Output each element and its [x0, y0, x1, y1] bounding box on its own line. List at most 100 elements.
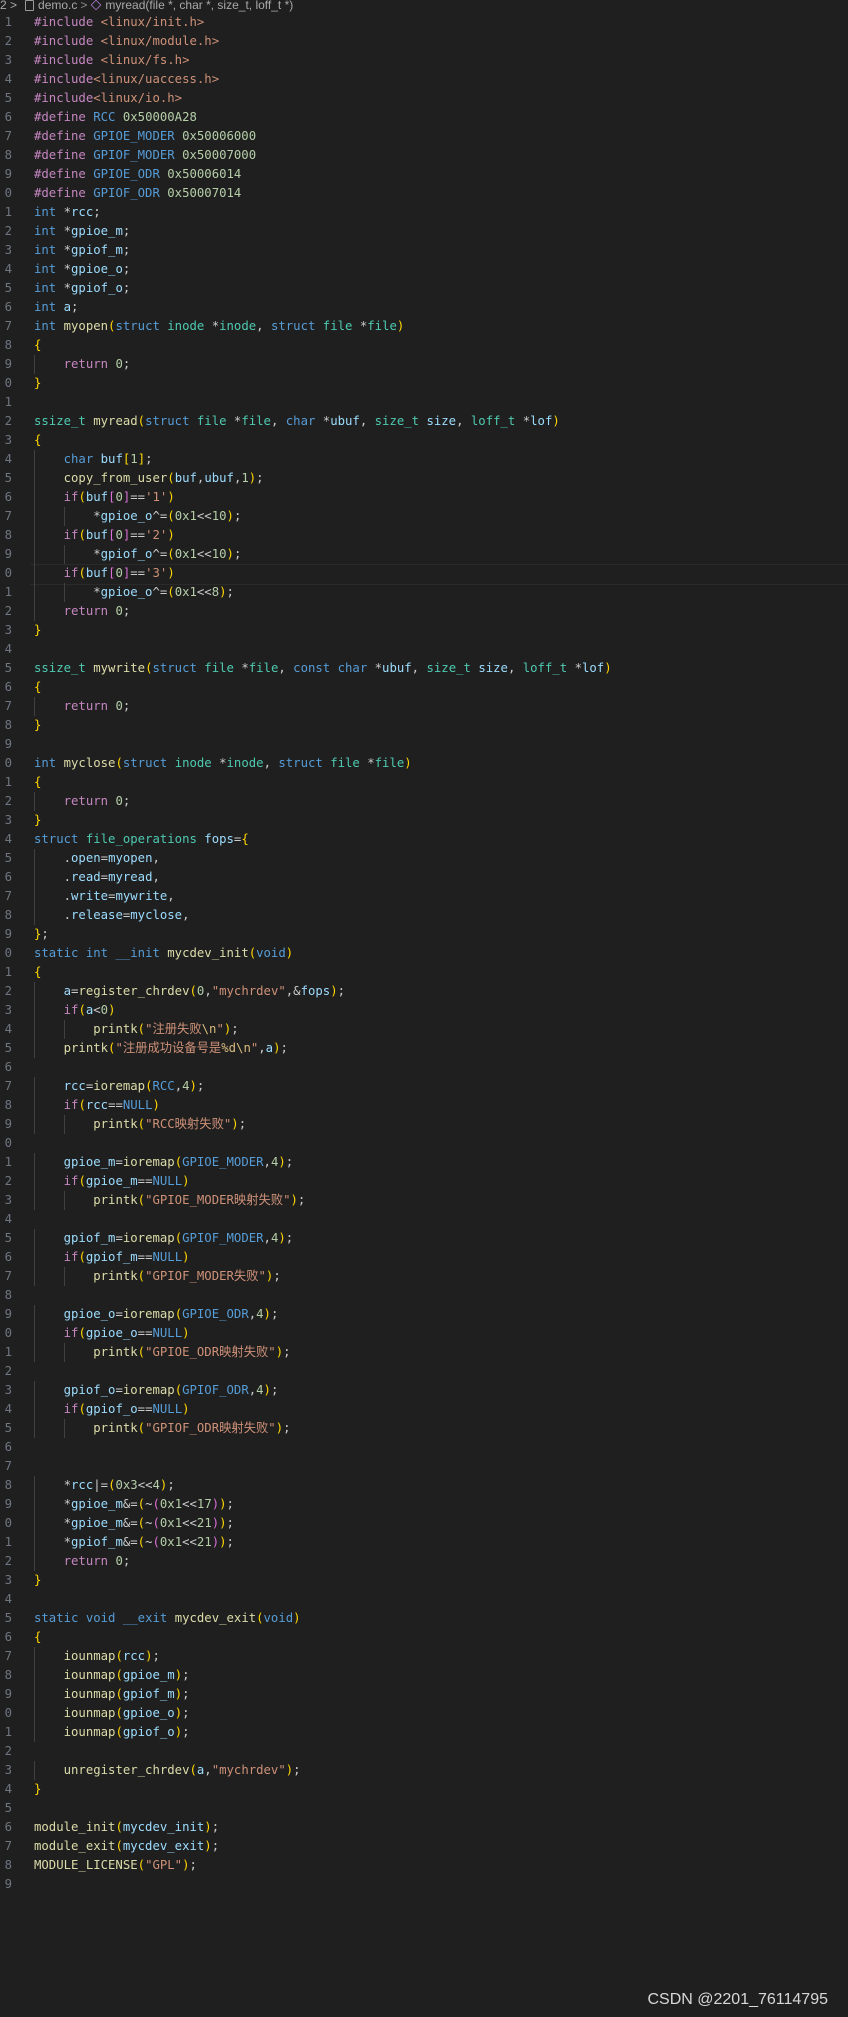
- code-line[interactable]: 2 if(gpioe_m==NULL): [0, 1172, 848, 1191]
- code-line[interactable]: 7 printk("GPIOF_MODER失败");: [0, 1267, 848, 1286]
- code-line[interactable]: 4 #include<linux/uaccess.h>: [0, 70, 848, 89]
- code-line[interactable]: 9 gpioe_o=ioremap(GPIOE_ODR,4);: [0, 1305, 848, 1324]
- code-line[interactable]: 3 if(a<0): [0, 1001, 848, 1020]
- code-line[interactable]: 5 printk("GPIOF_ODR映射失败");: [0, 1419, 848, 1438]
- code-line[interactable]: 4 char buf[1];: [0, 450, 848, 469]
- code-line[interactable]: 8 *rcc|=(0x3<<4);: [0, 1476, 848, 1495]
- code-line[interactable]: 7 return 0;: [0, 697, 848, 716]
- code-line[interactable]: 5: [0, 1799, 848, 1818]
- code-line[interactable]: 8 if(rcc==NULL): [0, 1096, 848, 1115]
- code-line[interactable]: 0 iounmap(gpioe_o);: [0, 1704, 848, 1723]
- code-line[interactable]: 7 rcc=ioremap(RCC,4);: [0, 1077, 848, 1096]
- code-line[interactable]: 8 iounmap(gpioe_m);: [0, 1666, 848, 1685]
- code-line[interactable]: 6 if(buf[0]=='1'): [0, 488, 848, 507]
- code-line[interactable]: 6 if(gpiof_m==NULL): [0, 1248, 848, 1267]
- code-line[interactable]: 9 printk("RCC映射失败");: [0, 1115, 848, 1134]
- code-line[interactable]: 1 iounmap(gpiof_o);: [0, 1723, 848, 1742]
- code-line[interactable]: 7 .write=mywrite,: [0, 887, 848, 906]
- code-line[interactable]: 2: [0, 1742, 848, 1761]
- code-line[interactable]: 9: [0, 735, 848, 754]
- code-line[interactable]: 6 .read=myread,: [0, 868, 848, 887]
- code-line[interactable]: 7 #define GPIOE_MODER 0x50006000: [0, 127, 848, 146]
- code-line[interactable]: 2 return 0;: [0, 1552, 848, 1571]
- code-line[interactable]: 2: [0, 1362, 848, 1381]
- code-line[interactable]: 3 printk("GPIOE_MODER映射失败");: [0, 1191, 848, 1210]
- code-line[interactable]: 9 return 0;: [0, 355, 848, 374]
- code-line[interactable]: 1 int *rcc;: [0, 203, 848, 222]
- code-line[interactable]: 5 static void __exit mycdev_exit(void): [0, 1609, 848, 1628]
- code-line[interactable]: 0 if(buf[0]=='3'): [0, 564, 848, 585]
- code-line[interactable]: 2 return 0;: [0, 792, 848, 811]
- code-line[interactable]: 9 #define GPIOE_ODR 0x50006014: [0, 165, 848, 184]
- code-line[interactable]: 0 #define GPIOF_ODR 0x50007014: [0, 184, 848, 203]
- code-line[interactable]: 3}: [0, 621, 848, 640]
- code-line[interactable]: 3 int *gpiof_m;: [0, 241, 848, 260]
- code-line[interactable]: 1 gpioe_m=ioremap(GPIOE_MODER,4);: [0, 1153, 848, 1172]
- code-line[interactable]: 6 module_init(mycdev_init);: [0, 1818, 848, 1837]
- code-line[interactable]: 1 #include <linux/init.h>: [0, 13, 848, 32]
- code-line[interactable]: 8 #define GPIOF_MODER 0x50007000: [0, 146, 848, 165]
- code-line[interactable]: 2 return 0;: [0, 602, 848, 621]
- code-line[interactable]: 3 gpiof_o=ioremap(GPIOF_ODR,4);: [0, 1381, 848, 1400]
- code-line[interactable]: 5 .open=myopen,: [0, 849, 848, 868]
- code-line[interactable]: 5 gpiof_m=ioremap(GPIOF_MODER,4);: [0, 1229, 848, 1248]
- code-line[interactable]: 1{: [0, 773, 848, 792]
- code-line[interactable]: 8}: [0, 716, 848, 735]
- code-line[interactable]: 3{: [0, 431, 848, 450]
- code-line[interactable]: 0 int myclose(struct inode *inode, struct…: [0, 754, 848, 773]
- code-line[interactable]: 6 int a;: [0, 298, 848, 317]
- code-line[interactable]: 1 *gpiof_m&=(~(0x1<<21));: [0, 1533, 848, 1552]
- code-line[interactable]: 1: [0, 393, 848, 412]
- code-line[interactable]: 4 printk("注册失败\n");: [0, 1020, 848, 1039]
- code-line[interactable]: 0}: [0, 374, 848, 393]
- code-line[interactable]: 6{: [0, 678, 848, 697]
- code-line[interactable]: 2 #include <linux/module.h>: [0, 32, 848, 51]
- code-line[interactable]: 0 static int __init mycdev_init(void): [0, 944, 848, 963]
- code-line[interactable]: 4 if(gpiof_o==NULL): [0, 1400, 848, 1419]
- code-line[interactable]: 1{: [0, 963, 848, 982]
- code-line[interactable]: 4: [0, 640, 848, 659]
- breadcrumb-folder[interactable]: 2 >: [0, 0, 17, 11]
- code-line[interactable]: 0 *gpioe_m&=(~(0x1<<21));: [0, 1514, 848, 1533]
- code-line[interactable]: 6: [0, 1058, 848, 1077]
- code-line[interactable]: 4 int *gpioe_o;: [0, 260, 848, 279]
- code-line[interactable]: 9 *gpioe_m&=(~(0x1<<17));: [0, 1495, 848, 1514]
- code-line[interactable]: 3}: [0, 811, 848, 830]
- code-line[interactable]: 7: [0, 1457, 848, 1476]
- code-line[interactable]: 5 copy_from_user(buf,ubuf,1);: [0, 469, 848, 488]
- code-line[interactable]: 4}: [0, 1780, 848, 1799]
- breadcrumb-symbol[interactable]: myread(file *, char *, size_t, loff_t *): [105, 0, 293, 11]
- code-line[interactable]: 0 if(gpioe_o==NULL): [0, 1324, 848, 1343]
- code-line[interactable]: 3 unregister_chrdev(a,"mychrdev");: [0, 1761, 848, 1780]
- code-line[interactable]: 6{: [0, 1628, 848, 1647]
- code-line[interactable]: 5 printk("注册成功设备号是%d\n",a);: [0, 1039, 848, 1058]
- code-line[interactable]: 8 .release=myclose,: [0, 906, 848, 925]
- code-line[interactable]: 7 iounmap(rcc);: [0, 1647, 848, 1666]
- code-line[interactable]: 4: [0, 1590, 848, 1609]
- code-line[interactable]: 0: [0, 1134, 848, 1153]
- code-line[interactable]: 6 #define RCC 0x50000A28: [0, 108, 848, 127]
- code-line[interactable]: 2 a=register_chrdev(0,"mychrdev",&fops);: [0, 982, 848, 1001]
- code-line[interactable]: 5 int *gpiof_o;: [0, 279, 848, 298]
- code-line[interactable]: 3 #include <linux/fs.h>: [0, 51, 848, 70]
- code-line[interactable]: 5 #include<linux/io.h>: [0, 89, 848, 108]
- code-line[interactable]: 9 *gpiof_o^=(0x1<<10);: [0, 545, 848, 564]
- code-line[interactable]: 8{: [0, 336, 848, 355]
- code-line[interactable]: 1 printk("GPIOE_ODR映射失败");: [0, 1343, 848, 1362]
- code-line[interactable]: 6: [0, 1438, 848, 1457]
- code-line[interactable]: 7 module_exit(mycdev_exit);: [0, 1837, 848, 1856]
- breadcrumb-file[interactable]: demo.c: [38, 0, 77, 11]
- code-line[interactable]: 5 ssize_t mywrite(struct file *file, cons…: [0, 659, 848, 678]
- code-editor[interactable]: 1 #include <linux/init.h> 2 #include <linux…: [0, 13, 848, 1894]
- code-line[interactable]: 9 iounmap(gpiof_m);: [0, 1685, 848, 1704]
- code-line[interactable]: 1 *gpioe_o^=(0x1<<8);: [0, 583, 848, 602]
- code-line[interactable]: 2 int *gpioe_m;: [0, 222, 848, 241]
- code-line[interactable]: 9};: [0, 925, 848, 944]
- code-line[interactable]: 2 ssize_t myread(struct file *file, char …: [0, 412, 848, 431]
- code-line[interactable]: 8: [0, 1286, 848, 1305]
- code-line[interactable]: 8 MODULE_LICENSE("GPL");: [0, 1856, 848, 1875]
- code-line[interactable]: 4 struct file_operations fops={: [0, 830, 848, 849]
- code-line[interactable]: 7 int myopen(struct inode *inode, struct …: [0, 317, 848, 336]
- code-line[interactable]: 7 *gpioe_o^=(0x1<<10);: [0, 507, 848, 526]
- code-line[interactable]: 8 if(buf[0]=='2'): [0, 526, 848, 545]
